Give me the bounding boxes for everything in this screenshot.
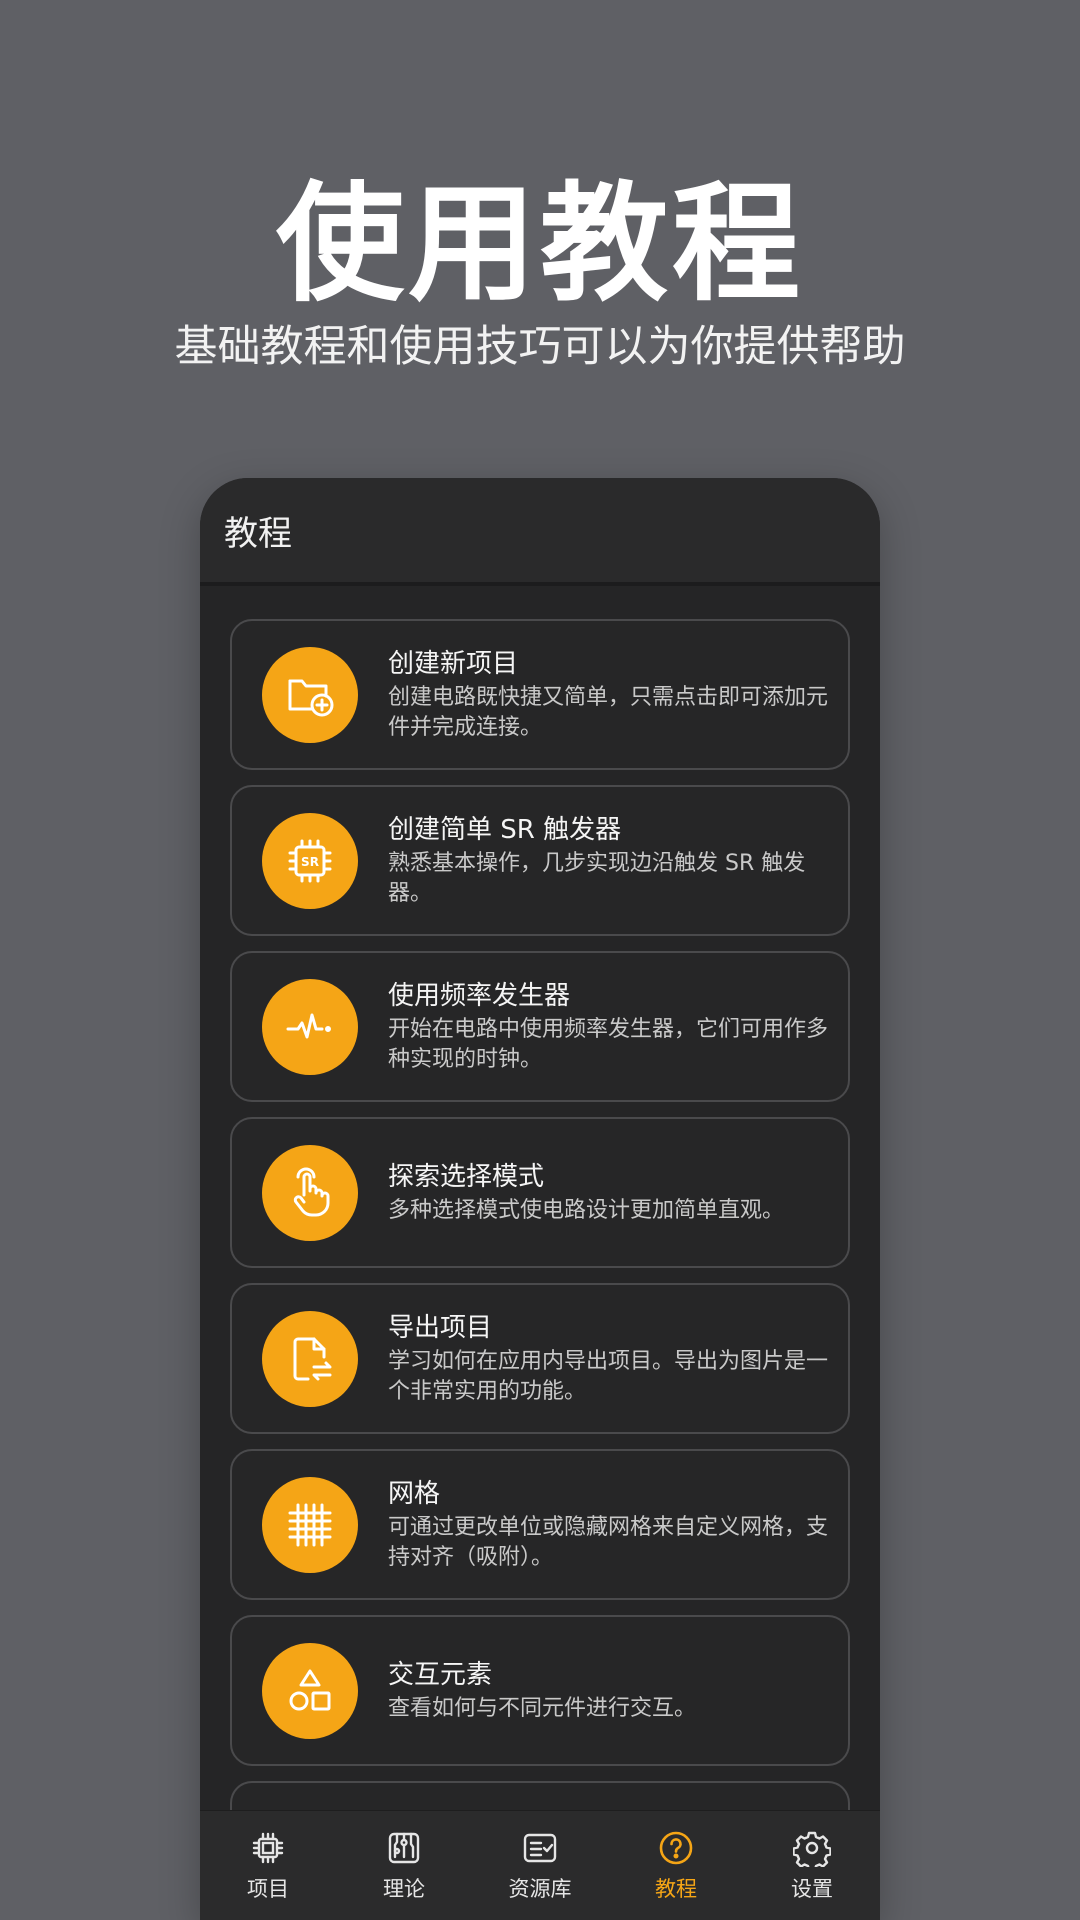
nav-item-settings[interactable]: 设置 [744, 1811, 880, 1920]
nav-item-projects[interactable]: 项目 [200, 1811, 336, 1920]
gear-icon [793, 1831, 831, 1867]
card-title: 网格 [388, 1478, 441, 1509]
card-title: 探索选择模式 [388, 1161, 545, 1192]
chip-icon [252, 1832, 284, 1863]
card-title: 使用频率发生器 [388, 980, 571, 1011]
grid-icon [262, 1476, 358, 1573]
card-description: 创建电路既快捷又简单，只需点击即可添加元件并完成连接。 [388, 684, 829, 740]
card-description: 开始在电路中使用频率发生器，它们可用作多种实现的时钟。 [388, 1016, 829, 1072]
nav-item-theory[interactable]: 理论 [336, 1811, 472, 1920]
nav-label: 教程 [655, 1876, 697, 1901]
folder-add-icon [262, 646, 358, 743]
nav-item-library[interactable]: 资源库 [472, 1811, 608, 1920]
card-description: 多种选择模式使电路设计更加简单直观。 [388, 1197, 785, 1223]
app-bar-title: 教程 [224, 513, 292, 554]
app-bar: 教程 [200, 478, 880, 586]
card-description: 可通过更改单位或隐藏网格来自定义网格，支持对齐（吸附）。 [388, 1514, 829, 1570]
card-title: 创建简单 SR 触发器 [388, 814, 622, 845]
help-circle-icon [659, 1831, 693, 1864]
file-export-icon [262, 1310, 358, 1407]
svg-text:SR: SR [301, 855, 319, 869]
card-title: 交互元素 [388, 1659, 493, 1690]
tutorial-card-sr-flipflop[interactable]: SR 创建简单 SR 触发器 熟悉基本操作，几步实现边沿触发 SR 触发器。 [230, 785, 850, 936]
nav-item-tutorials[interactable]: 教程 [608, 1811, 744, 1920]
card-title: 创建新项目 [388, 648, 519, 679]
hero-subtitle: 基础教程和使用技巧可以为你提供帮助 [174, 322, 906, 372]
tutorial-card-frequency-generator[interactable]: 使用频率发生器 开始在电路中使用频率发生器，它们可用作多种实现的时钟。 [230, 951, 850, 1102]
hero-title: 使用教程 [275, 170, 804, 319]
sr-chip-icon: SR [262, 812, 358, 909]
pulse-wave-icon [262, 978, 358, 1075]
phone-frame: 教程 创建新项目 创建电路既快捷又简单，只需点击即可添加元件并完成连接。 SR … [200, 478, 880, 1920]
card-title: 导出项目 [388, 1312, 493, 1343]
tutorial-card-selection-mode[interactable]: 探索选择模式 多种选择模式使电路设计更加简单直观。 [230, 1117, 850, 1268]
nav-label: 理论 [383, 1876, 425, 1901]
tutorial-card-create-project[interactable]: 创建新项目 创建电路既快捷又简单，只需点击即可添加元件并完成连接。 [230, 619, 850, 770]
card-description: 熟悉基本操作，几步实现边沿触发 SR 触发器。 [388, 850, 806, 906]
nav-label: 项目 [247, 1876, 289, 1901]
card-description: 查看如何与不同元件进行交互。 [388, 1695, 697, 1721]
bottom-navigation: 项目 理论 资源库 教程 设置 [200, 1810, 880, 1920]
nav-label: 资源库 [508, 1876, 572, 1901]
nav-label: 设置 [791, 1876, 833, 1901]
tutorial-card-grid[interactable]: 网格 可通过更改单位或隐藏网格来自定义网格，支持对齐（吸附）。 [230, 1449, 850, 1600]
circuit-board-icon [388, 1832, 420, 1863]
tutorial-card-export-project[interactable]: 导出项目 学习如何在应用内导出项目。导出为图片是一个非常实用的功能。 [230, 1283, 850, 1434]
shapes-icon [262, 1642, 358, 1739]
tutorial-list: 创建新项目 创建电路既快捷又简单，只需点击即可添加元件并完成连接。 SR 创建简… [230, 619, 850, 1821]
tutorial-card-interactive-elements[interactable]: 交互元素 查看如何与不同元件进行交互。 [230, 1615, 850, 1766]
checklist-icon [523, 1833, 557, 1862]
hand-pointer-icon [262, 1144, 358, 1241]
card-description: 学习如何在应用内导出项目。导出为图片是一个非常实用的功能。 [388, 1348, 829, 1404]
